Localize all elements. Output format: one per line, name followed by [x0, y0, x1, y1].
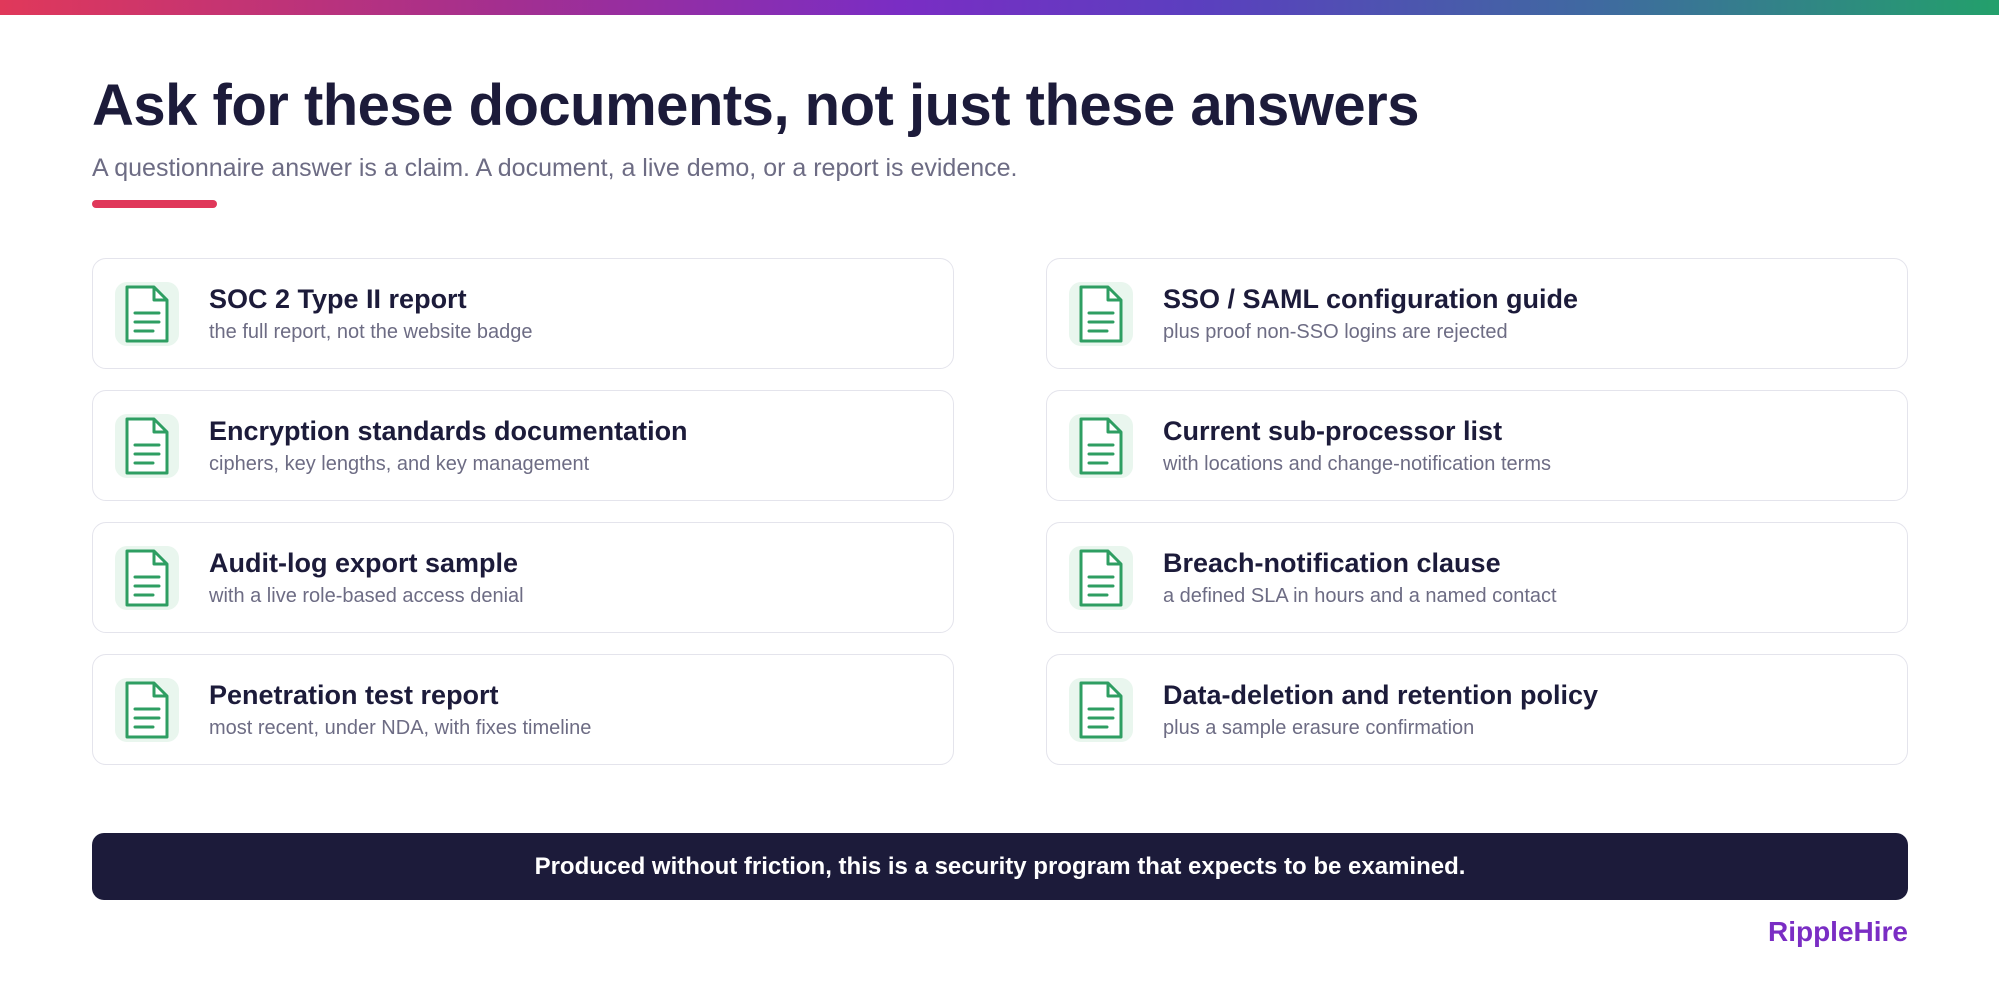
document-description: plus proof non-SSO logins are rejected	[1163, 321, 1508, 343]
document-icon	[115, 677, 179, 742]
page-subtitle: A questionnaire answer is a claim. A doc…	[92, 154, 1018, 182]
document-title: Audit-log export sample	[209, 548, 519, 578]
document-icon	[1069, 677, 1133, 742]
document-card: Current sub-processor list with location…	[1046, 390, 1908, 501]
document-title: Encryption standards documentation	[209, 416, 688, 446]
page-title: Ask for these documents, not just these …	[92, 73, 1419, 138]
document-card: Encryption standards documentation ciphe…	[92, 390, 954, 501]
document-title: Penetration test report	[209, 680, 499, 710]
document-icon	[115, 281, 179, 346]
document-card: Data-deletion and retention policy plus …	[1046, 654, 1908, 765]
document-card: Audit-log export sample with a live role…	[92, 522, 954, 633]
document-title: SOC 2 Type II report	[209, 284, 467, 314]
document-card: Penetration test report most recent, und…	[92, 654, 954, 765]
document-description: the full report, not the website badge	[209, 321, 533, 343]
document-card: SSO / SAML configuration guide plus proo…	[1046, 258, 1908, 369]
accent-rule	[92, 200, 217, 208]
document-description: most recent, under NDA, with fixes timel…	[209, 717, 592, 739]
document-title: Breach-notification clause	[1163, 548, 1501, 578]
document-card: SOC 2 Type II report the full report, no…	[92, 258, 954, 369]
documents-grid: SOC 2 Type II report the full report, no…	[92, 258, 1908, 765]
document-title: Current sub-processor list	[1163, 416, 1503, 446]
brand-logo: RippleHire	[1767, 916, 1908, 947]
document-description: a defined SLA in hours and a named conta…	[1163, 585, 1557, 607]
document-icon	[115, 545, 179, 610]
document-description: ciphers, key lengths, and key management	[209, 453, 590, 475]
top-gradient-bar	[0, 0, 1999, 15]
summary-banner: Produced without friction, this is a sec…	[92, 833, 1908, 900]
document-title: SSO / SAML configuration guide	[1163, 284, 1579, 314]
document-icon	[1069, 545, 1133, 610]
document-icon	[115, 413, 179, 478]
document-title: Data-deletion and retention policy	[1163, 680, 1599, 710]
document-icon	[1069, 281, 1133, 346]
document-description: with locations and change-notification t…	[1163, 453, 1551, 475]
document-icon	[1069, 413, 1133, 478]
document-description: plus a sample erasure confirmation	[1163, 717, 1475, 739]
document-description: with a live role-based access denial	[209, 585, 524, 607]
document-card: Breach-notification clause a defined SLA…	[1046, 522, 1908, 633]
